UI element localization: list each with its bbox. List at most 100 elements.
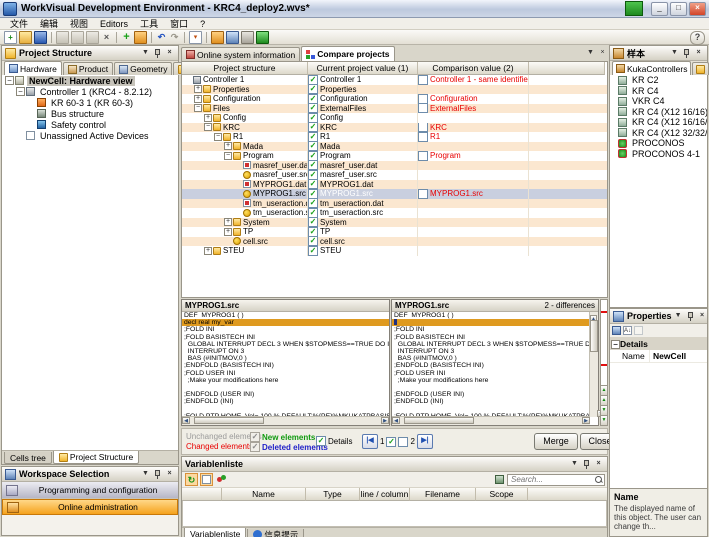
- cut-icon[interactable]: [56, 31, 69, 44]
- catalog-item[interactable]: KR C4 (X12 16/16): [610, 107, 707, 118]
- code-editor-right[interactable]: DEF MYPROG1 ( );FOLD INI;FOLD BASISTECH …: [392, 312, 590, 417]
- online-display-icon[interactable]: [256, 31, 269, 44]
- tree-item[interactable]: −Controller 1 (KRC4 - 8.2.12): [2, 86, 178, 97]
- page-1-checkbox[interactable]: ✓: [386, 437, 396, 447]
- scroll-thumb[interactable]: [590, 320, 598, 352]
- tab-other-catalog[interactable]: [692, 62, 709, 75]
- scroll-thumb[interactable]: [404, 417, 474, 424]
- collapse-icon[interactable]: −: [224, 152, 232, 160]
- tab-project-structure-2[interactable]: Geometry: [114, 62, 172, 75]
- code-editor-left[interactable]: DEF MYPROG1 ( )decl real my_var;FOLD INI…: [182, 312, 389, 417]
- last-page-button[interactable]: ▶|: [417, 434, 433, 449]
- comparison-checkbox[interactable]: [418, 151, 428, 161]
- close-panel-icon[interactable]: ×: [593, 459, 604, 470]
- expand-icon[interactable]: +: [194, 95, 202, 103]
- table-row[interactable]: cell.src✓cell.src: [182, 237, 607, 247]
- menu-item-3[interactable]: Editors: [94, 18, 134, 30]
- table-row[interactable]: +Properties✓Properties: [182, 85, 607, 95]
- current-checkbox[interactable]: ✓: [308, 151, 318, 161]
- menu-item-6[interactable]: ?: [194, 18, 211, 30]
- close-panel-icon[interactable]: ×: [164, 469, 175, 480]
- expand-icon[interactable]: +: [224, 218, 232, 226]
- property-pages-icon[interactable]: [634, 326, 643, 335]
- table-row[interactable]: +STEU✓STEU: [182, 246, 607, 256]
- scroll-left-icon[interactable]: ◀: [182, 417, 190, 424]
- table-row[interactable]: Controller 1✓Controller 1Controller 1 - …: [182, 75, 607, 85]
- current-checkbox[interactable]: ✓: [308, 180, 318, 190]
- first-page-button[interactable]: |◀: [362, 434, 378, 449]
- catalog-item[interactable]: KR C4: [610, 86, 707, 97]
- comparison-checkbox[interactable]: [418, 123, 428, 133]
- comparison-checkbox[interactable]: [418, 189, 428, 199]
- pin-icon[interactable]: [681, 48, 692, 59]
- menu-item-0[interactable]: 文件: [4, 18, 34, 30]
- table-row[interactable]: masref_user.src✓masref_user.src: [182, 170, 607, 180]
- h-scrollbar[interactable]: ◀ ▶: [392, 416, 590, 425]
- trace-button[interactable]: [215, 473, 228, 486]
- new-elements-checkbox[interactable]: ✓: [250, 432, 260, 442]
- chevron-down-icon[interactable]: ▼: [569, 459, 580, 470]
- current-checkbox[interactable]: ✓: [308, 132, 318, 142]
- current-checkbox[interactable]: ✓: [308, 237, 318, 247]
- tree-item[interactable]: Unassigned Active Devices: [2, 130, 178, 141]
- table-row[interactable]: −Program✓ProgramProgram: [182, 151, 607, 161]
- menu-item-2[interactable]: 视图: [64, 18, 94, 30]
- table-row[interactable]: +Configuration✓ConfigurationConfiguratio…: [182, 94, 607, 104]
- column-header-1[interactable]: Current project value (1): [308, 62, 418, 75]
- current-checkbox[interactable]: ✓: [308, 123, 318, 133]
- tab-project-structure-0[interactable]: Hardware: [4, 61, 62, 75]
- table-row[interactable]: masref_user.dat✓masref_user.dat: [182, 161, 607, 171]
- details-toggle[interactable]: ✓ Details: [316, 436, 352, 446]
- column-header-scope[interactable]: Scope: [476, 488, 528, 501]
- scroll-right-icon[interactable]: ▶: [381, 417, 389, 424]
- column-header-line-column[interactable]: line / column: [360, 488, 410, 501]
- expand-icon[interactable]: +: [194, 85, 202, 93]
- tree-item[interactable]: −NewCell: Hardware view: [2, 75, 178, 86]
- pin-icon[interactable]: [152, 48, 163, 59]
- current-checkbox[interactable]: ✓: [308, 170, 318, 180]
- column-header-filename[interactable]: Filename: [410, 488, 476, 501]
- workspace-selection-titlebar[interactable]: Workspace Selection ▼ ×: [2, 467, 178, 482]
- new-file-icon[interactable]: +: [4, 31, 17, 44]
- delete-icon[interactable]: ×: [101, 32, 112, 43]
- tab-compare-projects[interactable]: Compare projects: [301, 46, 394, 61]
- redo-icon[interactable]: ↷: [169, 32, 180, 43]
- copy-list-button[interactable]: [200, 473, 213, 486]
- minimize-button[interactable]: _: [651, 2, 668, 16]
- deleted-elements-checkbox[interactable]: ✓: [250, 442, 260, 452]
- current-checkbox[interactable]: ✓: [308, 75, 318, 85]
- collapse-icon[interactable]: −: [5, 76, 14, 85]
- column-header-3[interactable]: [529, 62, 605, 75]
- refresh-button[interactable]: ↻: [185, 473, 198, 486]
- chevron-down-icon[interactable]: ▼: [140, 48, 151, 59]
- tab-variable-list-0[interactable]: Variablenliste: [184, 528, 246, 537]
- table-row[interactable]: −KRC✓KRCKRC: [182, 123, 607, 133]
- menu-item-1[interactable]: 编辑: [34, 18, 64, 30]
- sort-az-icon[interactable]: A↓: [623, 326, 632, 335]
- collapse-icon[interactable]: −: [214, 133, 222, 141]
- first-diff-icon[interactable]: ▲: [601, 385, 607, 395]
- column-header-icon[interactable]: [182, 488, 222, 501]
- current-checkbox[interactable]: ✓: [308, 218, 318, 228]
- column-header-name[interactable]: Name: [222, 488, 306, 501]
- tab-kukacontrollers[interactable]: KukaControllers: [612, 61, 691, 75]
- collapse-icon[interactable]: −: [16, 87, 25, 96]
- catalog-item[interactable]: VKR C4: [610, 96, 707, 107]
- catalog-item[interactable]: PROCONOS: [610, 138, 707, 149]
- current-checkbox[interactable]: ✓: [308, 246, 318, 256]
- chevron-down-icon[interactable]: ▼: [673, 311, 684, 322]
- current-checkbox[interactable]: ✓: [308, 161, 318, 171]
- variable-list-titlebar[interactable]: Variablenliste ▼ ×: [182, 457, 607, 472]
- comparison-checkbox[interactable]: [418, 104, 428, 114]
- close-button[interactable]: ×: [689, 2, 706, 16]
- catalog-item[interactable]: KR C2: [610, 75, 707, 86]
- copy-icon[interactable]: [71, 31, 84, 44]
- close-panel-icon[interactable]: ×: [693, 48, 704, 59]
- filter-icon[interactable]: [495, 475, 504, 484]
- chevron-down-icon[interactable]: ▼: [669, 48, 680, 59]
- current-checkbox[interactable]: ✓: [308, 113, 318, 123]
- prev-diff-icon[interactable]: ▲: [601, 395, 607, 405]
- paste-icon[interactable]: [86, 31, 99, 44]
- restore-button[interactable]: □: [670, 2, 687, 16]
- add-icon[interactable]: +: [121, 32, 132, 43]
